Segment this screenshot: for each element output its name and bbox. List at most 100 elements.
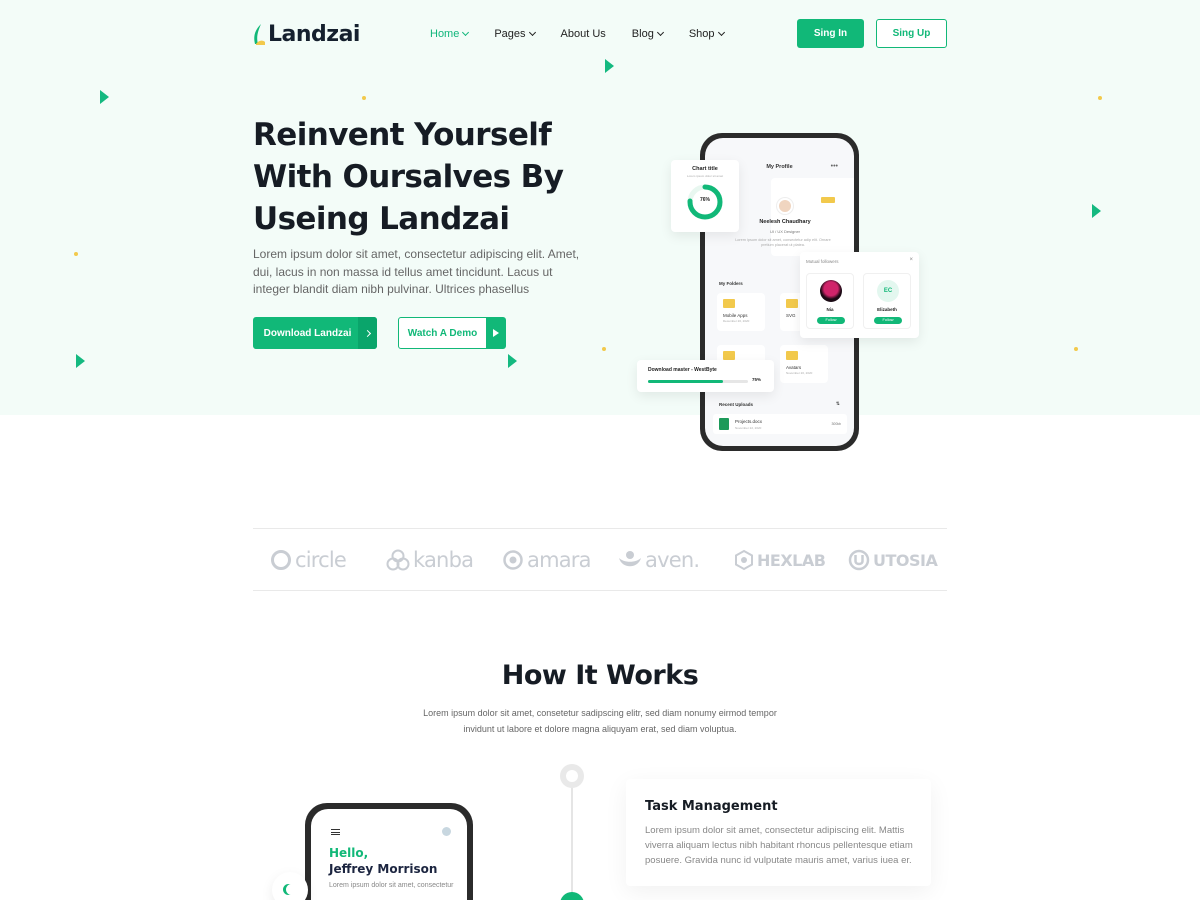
timeline-marker-active [560,892,584,900]
folder-date: December 20, 2020 [723,319,750,323]
folder-item: Mobile Apps December 20, 2020 [717,293,765,331]
profile-name: Neelesh Chaudhary [759,219,811,225]
hero-title: Reinvent Yourself With Oursalves By Usei… [253,117,564,237]
decor-triangle [76,354,85,368]
close-icon[interactable]: × [909,257,913,263]
download-button[interactable]: Download Landzai [253,317,377,349]
watch-demo-label: Watch A Demo [407,327,478,339]
download-button-label: Download Landzai [263,327,352,339]
main-nav: Home Pages About Us Blog Shop [430,28,725,40]
file-name: Projects.docx [735,419,763,424]
sort-icon: ⇅ [835,401,840,407]
chevron-down-icon [528,28,536,37]
partner-logo: circle [270,546,347,574]
decor-dot [1074,347,1078,351]
excel-file-icon [719,418,729,430]
chart-percent: 76% [699,197,710,203]
partner-logo: UTOSIA [848,546,938,574]
target-icon [503,550,523,570]
partner-name: aven. [645,548,700,572]
partner-logo: HEXLAB [734,546,826,574]
section-title: How It Works [501,660,699,691]
play-icon [486,318,505,348]
app-phone-mockup: Hello, Jeffrey Morrison Lorem ipsum dolo… [305,803,473,900]
timeline-line [571,777,573,900]
chart-card-title: Chart title [692,166,718,172]
folder-name: SVG [786,313,796,318]
decor-dot [602,347,606,351]
pro-badge [821,197,835,203]
follower-name: Nia [826,307,834,312]
decor-triangle [100,90,109,104]
folder-icon [786,299,798,308]
sign-in-button[interactable]: Sing In [797,19,864,48]
follower-item: Nia Follow [806,273,854,329]
nav-item-about-us[interactable]: About Us [561,28,606,40]
nav-label: Home [430,28,460,40]
step-card: Task Management Lorem ipsum dolor sit am… [626,779,931,886]
download-percent: 75% [752,377,762,382]
decor-dot [74,252,78,256]
nav-item-pages[interactable]: Pages [494,28,536,40]
nav-item-home[interactable]: Home [430,28,470,40]
partner-logo: kanba [386,546,474,574]
ring-icon [271,550,291,570]
folder-date: November 20, 2020 [786,371,813,375]
decor-dot [1098,96,1102,100]
phone-text: Lorem ipsum dolor sit amet, consectetur [329,882,454,889]
brand-logo[interactable]: Landzai [253,22,360,47]
chevron-down-icon [462,28,470,37]
file-date: November 22, 2020 [735,426,762,430]
step-description: Lorem ipsum dolor sit amet, consectetur … [645,825,913,866]
section-description: Lorem ipsum dolor sit amet, consetetur s… [423,708,777,734]
partner-logos: circle kanba amara aven. HEXLAB UTOSIA [253,528,947,591]
nav-item-blog[interactable]: Blog [632,28,664,40]
partner-logo: amara [502,546,591,574]
folder-icon [786,351,798,360]
follow-button[interactable]: Follow [817,317,845,324]
follower-name: Elizabeth [877,307,897,312]
mutual-followers-card: Mutual followers × Nia Follow EC Elizabe… [800,252,919,338]
decor-triangle [508,354,517,368]
leaf-logo-icon [254,23,265,45]
decor-triangle [1092,204,1101,218]
hexagon-icon [735,549,753,571]
watch-demo-button[interactable]: Watch A Demo [398,317,506,349]
folder-item: Avatars November 20, 2020 [780,345,828,383]
download-progress-card: Download master - WestByte 75% [637,360,774,392]
avatar [777,198,793,214]
nav-label: Pages [494,28,526,40]
nav-label: About Us [560,28,606,40]
folder-name: Avatars [786,365,802,370]
partner-name: circle [295,548,347,572]
folder-icon [723,351,735,360]
avatar: EC [877,280,899,302]
folder-name: Mobile Apps [723,313,748,318]
brand-name: Landzai [268,22,360,47]
u-circle-icon [848,549,870,571]
phone-screen: Hello, Jeffrey Morrison Lorem ipsum dolo… [311,809,467,900]
folders-label: My Folders [719,281,743,286]
trefoil-icon [386,549,410,571]
avatar [442,827,451,836]
folder-icon [723,299,735,308]
avatar [820,280,842,302]
recent-file-item: Projects.docx November 22, 2020 300kb [713,414,847,434]
nav-item-shop[interactable]: Shop [689,28,725,40]
decor-dot [362,96,366,100]
step-title: Task Management [645,799,778,814]
file-size: 300kb [831,422,841,426]
chart-card-subtitle: Lorem ipsum dolor sit amet [686,174,724,178]
follow-button[interactable]: Follow [874,317,902,324]
profile-desc: Lorem ipsum dolor sit amet, consectetur … [735,238,831,247]
followers-title: Mutual followers [806,259,839,264]
timeline-marker [560,764,584,788]
progress-fill [648,380,723,383]
progress-bar [648,380,748,383]
partner-name: amara [527,548,591,572]
sign-up-button[interactable]: Sing Up [876,19,947,48]
profile-role: UI / UX Designer [769,229,800,234]
chevron-down-icon [656,28,664,37]
download-title: Download master - WestByte [648,367,717,373]
chart-card: Chart title Lorem ipsum dolor sit amet 7… [671,160,739,232]
